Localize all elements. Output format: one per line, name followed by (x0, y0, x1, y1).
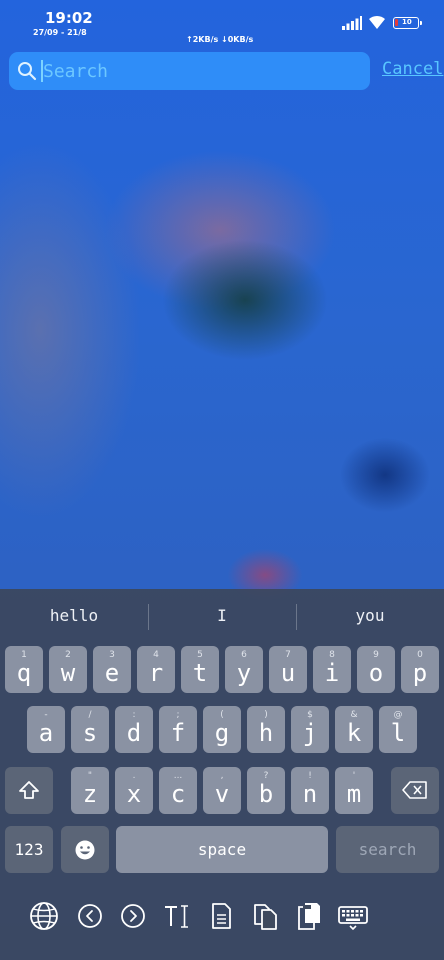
key-f[interactable]: ; f (159, 706, 197, 753)
key-char: a (38, 719, 54, 747)
cursor-left-icon (78, 904, 102, 928)
key-char: y (236, 659, 252, 687)
globe-icon (30, 902, 58, 930)
key-b[interactable]: ? b (247, 767, 285, 814)
key-char: v (214, 780, 230, 808)
signal-icon (342, 16, 362, 30)
key-char: d (126, 719, 142, 747)
battery-icon: 10 (393, 17, 422, 29)
emoji-icon (75, 840, 95, 860)
key-char: i (324, 659, 340, 687)
document-icon (212, 903, 231, 929)
key-q[interactable]: 1q (5, 646, 43, 693)
keyboard-switch-button[interactable] (336, 899, 370, 933)
key-y[interactable]: 6y (225, 646, 263, 693)
backspace-key[interactable] (391, 767, 439, 814)
key-char: q (16, 659, 32, 687)
key-char: c (170, 780, 186, 808)
search-icon (18, 62, 37, 81)
key-char: w (60, 659, 76, 687)
cursor-right-icon (121, 904, 145, 928)
key-l[interactable]: @ l (379, 706, 417, 753)
key-char: x (126, 780, 142, 808)
key-char: t (192, 659, 208, 687)
key-e[interactable]: 3e (93, 646, 131, 693)
numbers-key[interactable]: 123 (5, 826, 53, 873)
document-button[interactable] (204, 899, 238, 933)
shift-key[interactable] (5, 767, 53, 814)
copy-icon (254, 904, 277, 930)
key-m[interactable]: ' m (335, 767, 373, 814)
key-u[interactable]: 7u (269, 646, 307, 693)
status-time: 19:02 (45, 9, 93, 27)
numbers-key-label: 123 (14, 840, 44, 859)
battery-percent: 10 (402, 18, 412, 26)
key-c[interactable]: ... c (159, 767, 197, 814)
text-select-icon (165, 905, 188, 928)
key-char: h (258, 719, 274, 747)
space-key[interactable]: space (116, 826, 328, 873)
key-a[interactable]: -a (27, 706, 65, 753)
space-key-label: space (197, 840, 247, 859)
paste-button[interactable] (292, 899, 326, 933)
key-char: n (302, 780, 318, 808)
cursor-left-button[interactable] (73, 899, 107, 933)
key-char: l (390, 719, 406, 747)
key-p[interactable]: 0p (401, 646, 439, 693)
key-char: z (82, 780, 98, 808)
key-k[interactable]: & k (335, 706, 373, 753)
key-i[interactable]: 8i (313, 646, 351, 693)
search-bar[interactable] (9, 52, 370, 90)
key-o[interactable]: 9o (357, 646, 395, 693)
key-g[interactable]: (g (203, 706, 241, 753)
key-char: j (302, 719, 318, 747)
suggestion-1[interactable]: hello (0, 598, 148, 634)
cursor-right-button[interactable] (116, 899, 150, 933)
backspace-icon (402, 781, 427, 799)
key-s[interactable]: / s (71, 706, 109, 753)
key-t[interactable]: 5t (181, 646, 219, 693)
search-input[interactable] (40, 58, 363, 84)
key-char: e (104, 659, 120, 687)
text-cursor (41, 60, 43, 82)
key-w[interactable]: 2w (49, 646, 87, 693)
text-select-button[interactable] (160, 899, 194, 933)
copy-button[interactable] (248, 899, 282, 933)
key-char: m (346, 780, 362, 808)
paste-icon (298, 903, 320, 930)
key-j[interactable]: $ j (291, 706, 329, 753)
key-z[interactable]: " z (71, 767, 109, 814)
suggestion-3[interactable]: you (296, 598, 444, 634)
key-char: s (82, 719, 98, 747)
key-n[interactable]: ! n (291, 767, 329, 814)
key-char: u (280, 659, 296, 687)
key-char: g (214, 719, 230, 747)
wifi-icon (369, 15, 385, 29)
key-char: f (170, 719, 186, 747)
key-v[interactable]: ,v (203, 767, 241, 814)
cancel-button[interactable]: Cancel (382, 59, 443, 79)
battery-level (395, 19, 398, 26)
language-button[interactable] (27, 899, 61, 933)
status-date: 27/09 - 21/8 (33, 28, 87, 37)
key-x[interactable]: .x (115, 767, 153, 814)
key-char: k (346, 719, 362, 747)
key-r[interactable]: 4r (137, 646, 175, 693)
suggestion-2[interactable]: I (148, 598, 296, 634)
search-key[interactable]: search (336, 826, 439, 873)
key-char: r (148, 659, 164, 687)
key-char: o (368, 659, 384, 687)
key-char: p (412, 659, 428, 687)
keyboard-icon (338, 906, 368, 931)
key-d[interactable]: :d (115, 706, 153, 753)
search-key-label: search (358, 840, 417, 859)
shift-icon (19, 781, 39, 799)
emoji-key[interactable] (61, 826, 109, 873)
key-char: b (258, 780, 274, 808)
status-network-speed: ↑2KB/s ↓0KB/s (186, 35, 254, 44)
key-h[interactable]: ) h (247, 706, 285, 753)
